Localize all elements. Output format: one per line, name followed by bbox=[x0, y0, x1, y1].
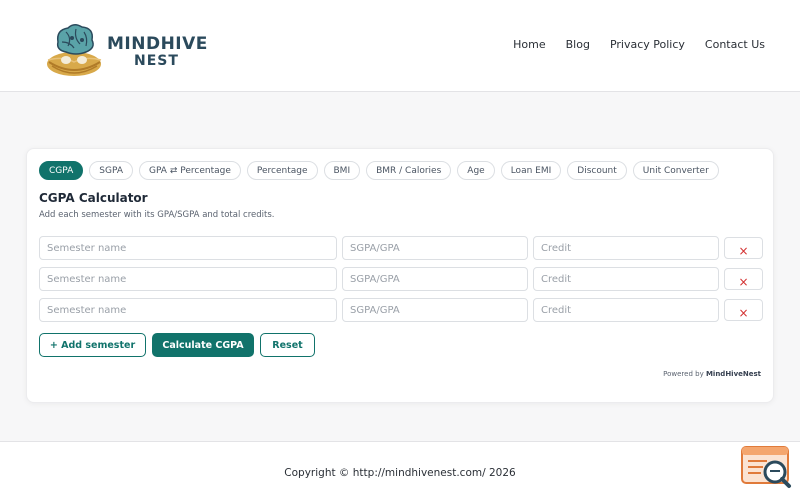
calculate-cgpa-button[interactable]: Calculate CGPA bbox=[152, 333, 254, 357]
logo-text-secondary: NEST bbox=[134, 53, 179, 69]
tab-sgpa[interactable]: SGPA bbox=[89, 161, 133, 180]
remove-row-button[interactable]: × bbox=[724, 237, 763, 259]
remove-row-button[interactable]: × bbox=[724, 299, 763, 321]
powered-by-prefix: Powered by bbox=[663, 370, 704, 378]
semester-row: Semester name SGPA/GPA Credit × bbox=[39, 267, 763, 291]
tab-bmi[interactable]: BMI bbox=[323, 161, 361, 180]
site-header: MINDHIVE NEST Home Blog Privacy Policy C… bbox=[0, 0, 800, 92]
copyright-text: Copyright © http://mindhivenest.com/ 202… bbox=[284, 467, 516, 479]
calculator-title: CGPA Calculator bbox=[39, 191, 148, 205]
powered-by-credit: Powered by MindHiveNest bbox=[663, 370, 761, 378]
credit-input[interactable]: Credit bbox=[533, 236, 719, 260]
gpa-input[interactable]: SGPA/GPA bbox=[342, 298, 528, 322]
nav-privacy-link[interactable]: Privacy Policy bbox=[610, 38, 685, 51]
semester-name-input[interactable]: Semester name bbox=[39, 236, 337, 260]
semester-row: Semester name SGPA/GPA Credit × bbox=[39, 236, 763, 260]
nav-contact-link[interactable]: Contact Us bbox=[705, 38, 765, 51]
credit-input[interactable]: Credit bbox=[533, 267, 719, 291]
calculator-card: CGPA SGPA GPA ⇄ Percentage Percentage BM… bbox=[26, 148, 774, 403]
main-nav: Home Blog Privacy Policy Contact Us bbox=[513, 38, 765, 51]
semester-name-input[interactable]: Semester name bbox=[39, 267, 337, 291]
calculator-tabs: CGPA SGPA GPA ⇄ Percentage Percentage BM… bbox=[39, 161, 719, 180]
powered-by-brand[interactable]: MindHiveNest bbox=[706, 370, 761, 378]
gpa-input[interactable]: SGPA/GPA bbox=[342, 267, 528, 291]
site-logo[interactable]: MINDHIVE NEST bbox=[44, 20, 214, 80]
credit-input[interactable]: Credit bbox=[533, 298, 719, 322]
nav-blog-link[interactable]: Blog bbox=[566, 38, 590, 51]
tab-gpa-percentage[interactable]: GPA ⇄ Percentage bbox=[138, 161, 241, 180]
nav-home-link[interactable]: Home bbox=[513, 38, 545, 51]
search-document-widget[interactable] bbox=[741, 445, 793, 491]
semester-row: Semester name SGPA/GPA Credit × bbox=[39, 298, 763, 322]
tab-discount[interactable]: Discount bbox=[567, 161, 627, 180]
gpa-input[interactable]: SGPA/GPA bbox=[342, 236, 528, 260]
brain-nest-logo-icon bbox=[47, 24, 102, 76]
tab-unit-converter[interactable]: Unit Converter bbox=[632, 161, 719, 180]
calculator-subtitle: Add each semester with its GPA/SGPA and … bbox=[39, 210, 275, 220]
logo-text-primary: MINDHIVE bbox=[107, 34, 208, 54]
add-semester-button[interactable]: + Add semester bbox=[39, 333, 146, 357]
tab-age[interactable]: Age bbox=[457, 161, 495, 180]
site-footer: Copyright © http://mindhivenest.com/ 202… bbox=[0, 441, 800, 500]
search-document-icon bbox=[741, 446, 791, 488]
remove-row-button[interactable]: × bbox=[724, 268, 763, 290]
tab-loan-emi[interactable]: Loan EMI bbox=[500, 161, 562, 180]
reset-button[interactable]: Reset bbox=[260, 333, 315, 357]
tab-cgpa[interactable]: CGPA bbox=[39, 161, 84, 180]
semester-name-input[interactable]: Semester name bbox=[39, 298, 337, 322]
tab-bmr-calories[interactable]: BMR / Calories bbox=[366, 161, 452, 180]
tab-percentage[interactable]: Percentage bbox=[246, 161, 318, 180]
